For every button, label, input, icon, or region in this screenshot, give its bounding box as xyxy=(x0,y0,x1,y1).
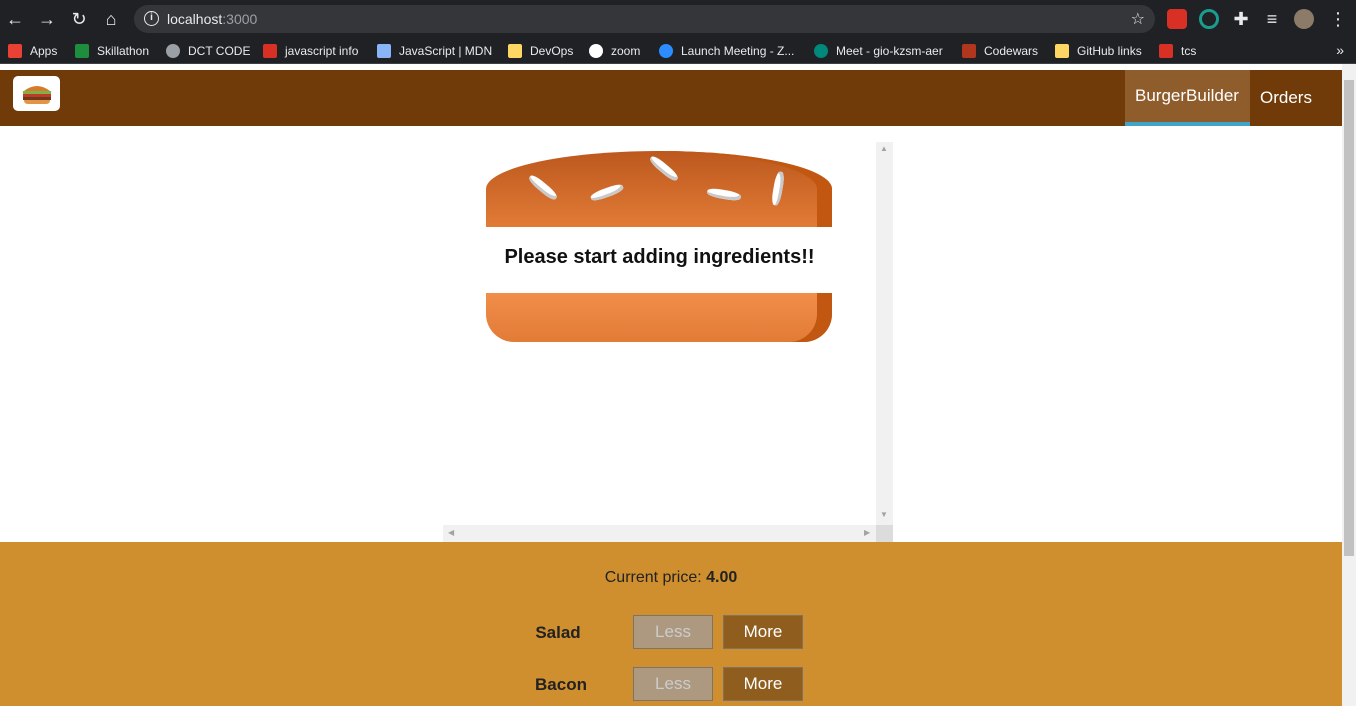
bookmark-label: DevOps xyxy=(530,44,574,58)
burger-logo-icon xyxy=(22,85,51,104)
scroll-down-arrow-icon[interactable]: ▼ xyxy=(880,510,888,519)
empty-burger-message: Please start adding ingredients!! xyxy=(504,246,815,268)
bookmark-mdn[interactable]: JavaScript | MDN xyxy=(377,42,492,60)
bookmark-devops[interactable]: DevOps xyxy=(508,42,573,60)
google-icon xyxy=(589,44,603,58)
apps-grid-icon xyxy=(8,44,22,58)
codewars-icon xyxy=(962,44,976,58)
avatar[interactable] xyxy=(1294,9,1314,29)
home-icon[interactable]: ⌂ xyxy=(99,7,123,31)
bacon-more-button[interactable]: More xyxy=(723,667,803,701)
bookmark-launch-meeting[interactable]: Launch Meeting - Z... xyxy=(659,42,794,60)
bread-bottom xyxy=(486,293,832,342)
back-icon[interactable]: ← xyxy=(3,7,27,31)
bookmark-github-links[interactable]: GitHub links xyxy=(1055,42,1142,60)
site-info-icon[interactable]: i xyxy=(144,11,159,26)
bookmark-star-icon[interactable]: ☆ xyxy=(1131,9,1145,29)
burger-horizontal-scrollbar[interactable] xyxy=(443,525,876,542)
bookmarks-bar: Apps Skillathon DCT CODE javascript info… xyxy=(0,38,1356,64)
nav-orders[interactable]: Orders xyxy=(1250,70,1322,126)
bookmark-codewars[interactable]: Codewars xyxy=(962,42,1038,60)
url-text[interactable]: localhost:3000 xyxy=(167,11,257,27)
price-value: 4.00 xyxy=(706,569,738,586)
bookmark-skillathon[interactable]: Skillathon xyxy=(75,42,149,60)
bookmark-label: tcs xyxy=(1181,44,1197,58)
ingredient-label-salad: Salad xyxy=(535,623,581,642)
nav-label: Orders xyxy=(1260,88,1312,107)
bookmark-label: Meet - gio-kzsm-aer xyxy=(836,44,943,58)
folder-icon xyxy=(1055,44,1069,58)
javascript-info-icon xyxy=(263,44,277,58)
bookmark-label: zoom xyxy=(611,44,641,58)
media-control-icon[interactable]: ≡ xyxy=(1260,7,1284,31)
bookmark-label: DCT CODE xyxy=(188,44,251,58)
extension-icon[interactable] xyxy=(1199,9,1219,29)
reload-icon[interactable]: ↻ xyxy=(67,7,91,31)
meet-icon xyxy=(814,44,828,58)
salad-more-button[interactable]: More xyxy=(723,615,803,649)
zoom-icon xyxy=(659,44,673,58)
forward-icon[interactable]: → xyxy=(35,7,59,31)
burger-vertical-scrollbar[interactable] xyxy=(876,142,893,525)
bookmark-label: GitHub links xyxy=(1077,44,1142,58)
bookmark-label: Skillathon xyxy=(97,44,150,58)
bookmark-meet[interactable]: Meet - gio-kzsm-aer xyxy=(814,42,943,60)
nav-label: BurgerBuilder xyxy=(1135,86,1239,105)
mdn-icon xyxy=(377,44,391,58)
build-controls: Current price: 4.00 Salad Less More Baco… xyxy=(0,542,1342,706)
skillathon-icon xyxy=(75,44,89,58)
folder-icon xyxy=(508,44,522,58)
ingredient-label-bacon: Bacon xyxy=(535,675,587,694)
scrollbar-corner xyxy=(876,525,893,542)
tcs-icon xyxy=(1159,44,1173,58)
bookmark-dct-code[interactable]: DCT CODE xyxy=(166,42,250,60)
price-label: Current price: xyxy=(604,569,702,586)
bookmark-label: Codewars xyxy=(984,44,1039,58)
browser-toolbar: ← → ↻ ⌂ i localhost:3000 ☆ ✚ ≡ ⋮ xyxy=(0,0,1356,38)
current-price: Current price: 4.00 xyxy=(0,569,1342,587)
bookmark-label: Apps xyxy=(30,44,58,58)
bookmark-zoom[interactable]: zoom xyxy=(589,42,640,60)
salad-less-button[interactable]: Less xyxy=(633,615,713,649)
menu-kebab-icon[interactable]: ⋮ xyxy=(1326,7,1350,31)
bookmarks-overflow-icon[interactable]: » xyxy=(1336,42,1344,58)
bookmark-tcs[interactable]: tcs xyxy=(1159,42,1196,60)
extensions-puzzle-icon[interactable]: ✚ xyxy=(1229,7,1253,31)
burger-logo[interactable] xyxy=(13,76,60,111)
nav-burger-builder[interactable]: BurgerBuilder xyxy=(1125,70,1250,126)
scroll-left-arrow-icon[interactable]: ◀ xyxy=(448,528,454,537)
scroll-up-arrow-icon[interactable]: ▲ xyxy=(880,144,888,153)
bookmark-label: javascript info xyxy=(285,44,359,58)
bacon-less-button[interactable]: Less xyxy=(633,667,713,701)
bookmark-apps[interactable]: Apps xyxy=(8,42,57,60)
extension-icon[interactable] xyxy=(1167,9,1187,29)
bookmark-javascript-info[interactable]: javascript info xyxy=(263,42,358,60)
bookmark-label: JavaScript | MDN xyxy=(399,44,493,58)
globe-icon xyxy=(166,44,180,58)
bookmark-label: Launch Meeting - Z... xyxy=(681,44,795,58)
app-toolbar: BurgerBuilder Orders xyxy=(0,70,1342,126)
scroll-right-arrow-icon[interactable]: ▶ xyxy=(864,528,870,537)
page-scrollbar-thumb[interactable] xyxy=(1344,80,1354,556)
address-bar[interactable]: i localhost:3000 ☆ xyxy=(134,5,1155,33)
